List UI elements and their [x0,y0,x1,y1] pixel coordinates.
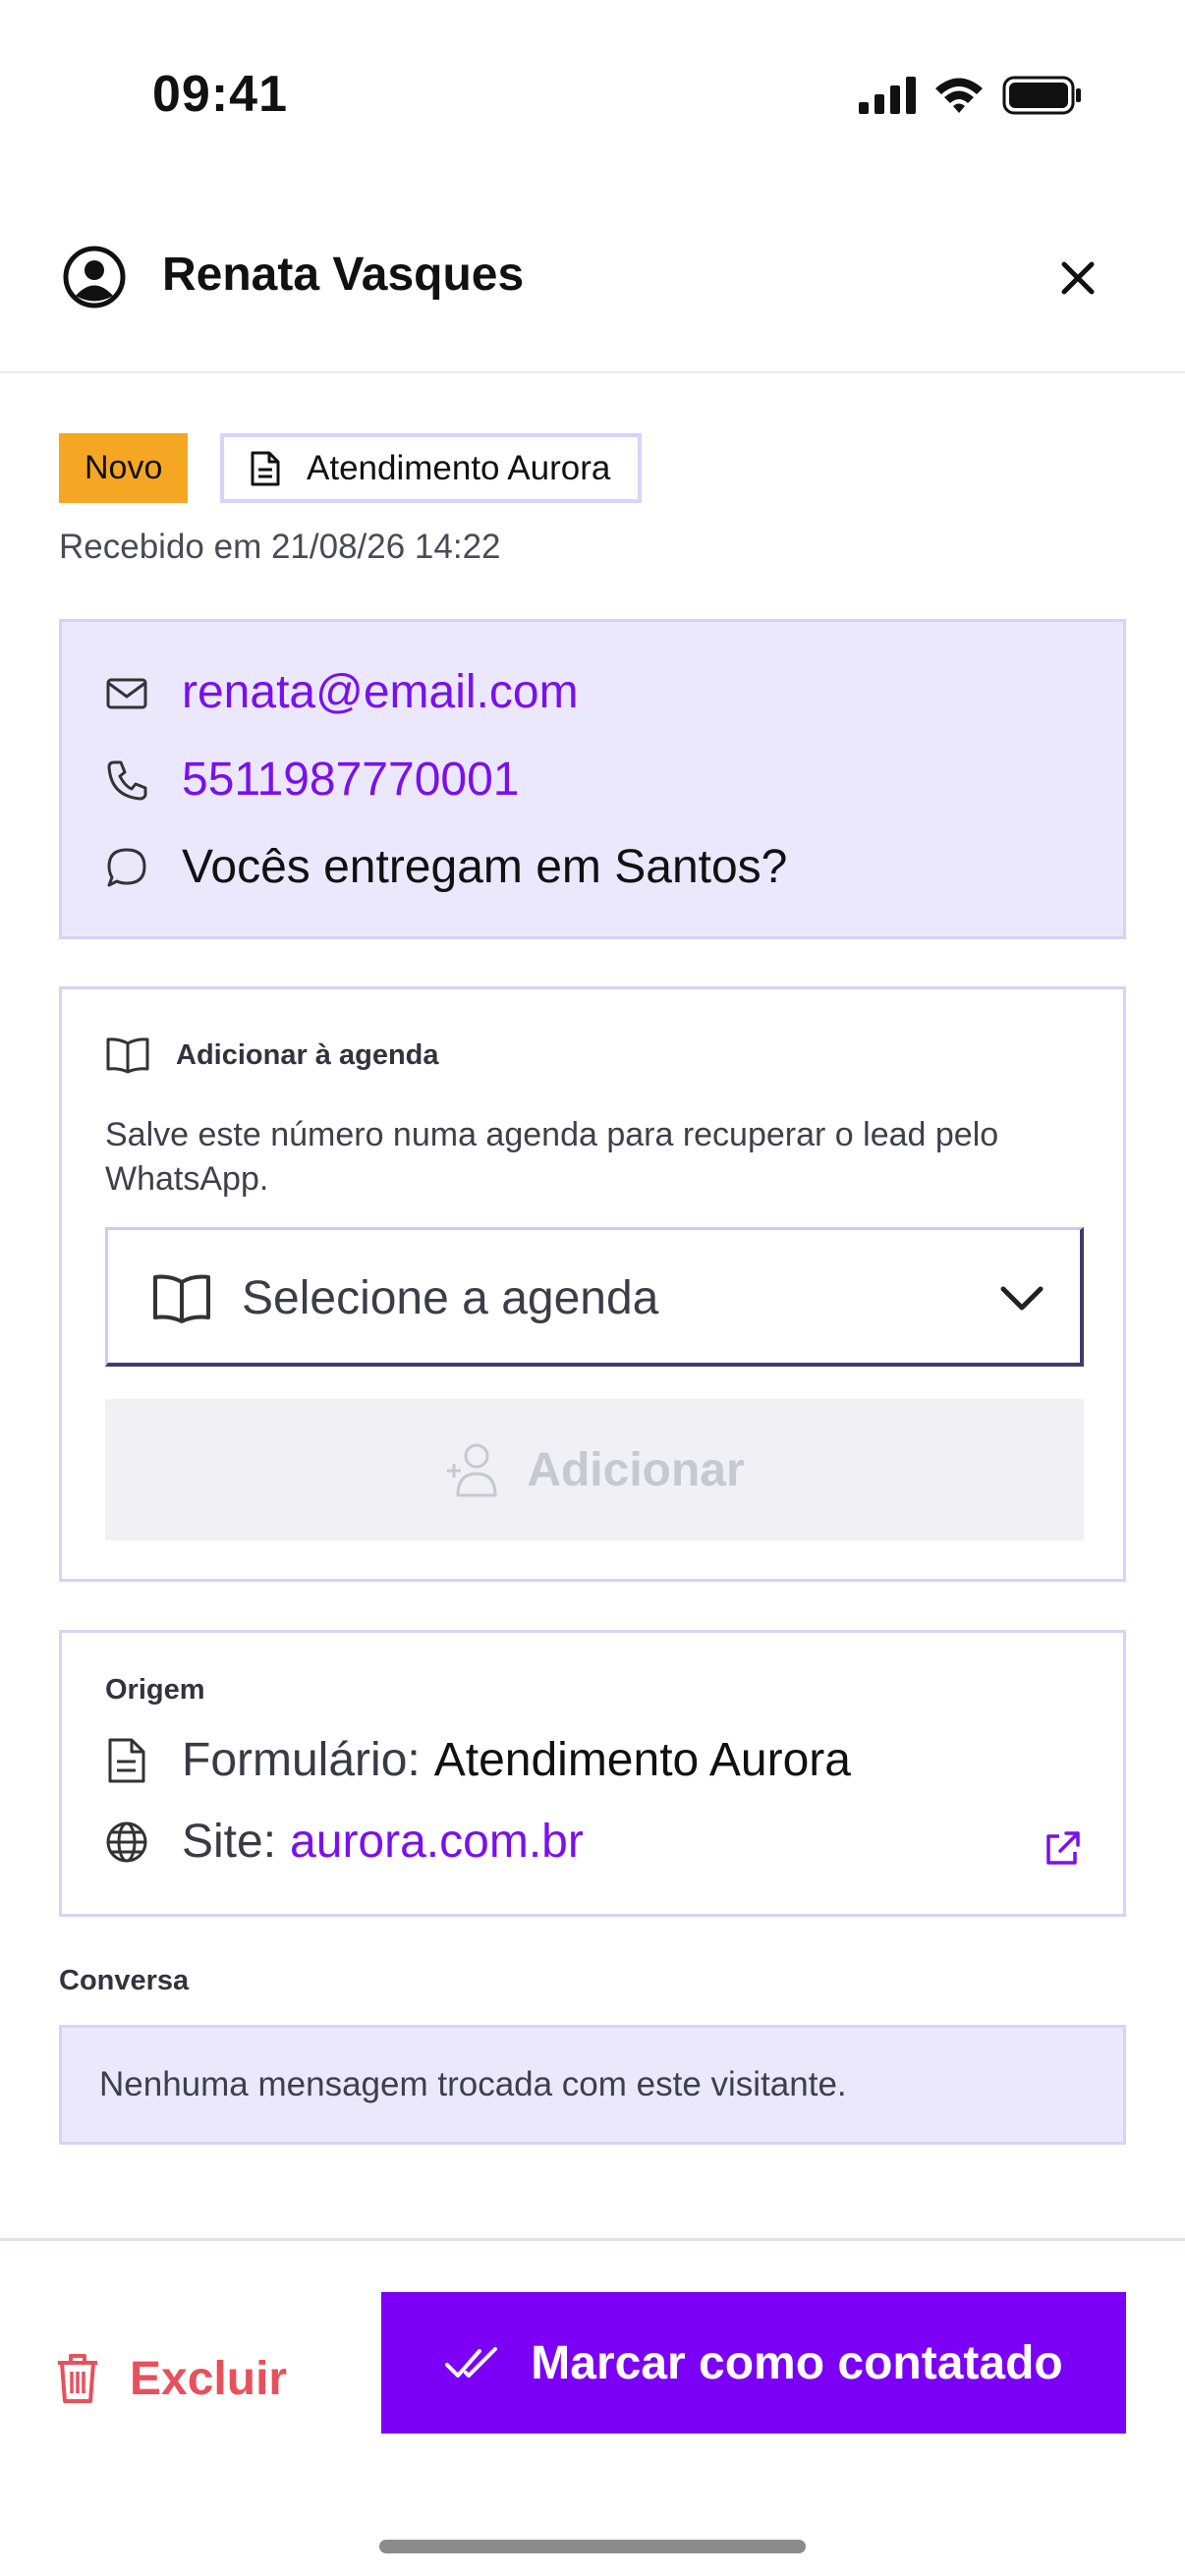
status-bar: 09:41 [0,0,1185,196]
origin-site-key: Site: [182,1816,277,1868]
chevron-down-icon [1000,1286,1044,1311]
message-row: Vocês entregam em Santos? [105,840,787,894]
page-title: Renata Vasques [162,249,525,301]
chat-bubble-icon [107,848,146,886]
battery-icon [1002,76,1081,115]
add-to-agenda-button[interactable]: Adicionar [105,1399,1084,1540]
status-icons [859,73,1083,118]
book-icon [153,1274,210,1323]
cellular-signal-icon [859,77,916,114]
header: Renata Vasques [0,216,1185,373]
lead-detail-screen: 09:41 Renata Vasques Novo Atendimento Au… [0,0,1185,2576]
origin-title: Origem [105,1674,205,1706]
add-to-agenda-label: Adicionar [527,1443,745,1496]
form-badge-label: Atendimento Aurora [307,448,611,487]
contact-card: renata@email.com 5511987770001 Vocês ent… [59,619,1126,939]
agenda-header: Adicionar à agenda [105,1036,439,1074]
mark-contacted-button[interactable]: Marcar como contatado [381,2292,1126,2434]
delete-button[interactable]: Excluir [55,2331,287,2426]
status-time: 09:41 [152,66,288,123]
received-date: Recebido em 21/08/26 14:22 [59,528,501,566]
user-circle-icon [63,246,126,308]
agenda-title: Adicionar à agenda [176,1038,439,1071]
wifi-icon [935,78,983,113]
email-row: renata@email.com [105,665,579,719]
home-indicator [379,2540,806,2553]
form-badge: Atendimento Aurora [220,433,643,503]
origin-form-key: Formulário: [182,1734,421,1786]
message-text: Vocês entregam em Santos? [182,841,788,893]
origin-form-row: Formulário: Atendimento Aurora [105,1733,851,1787]
phone-icon [107,760,147,800]
agenda-select[interactable]: Selecione a agenda [105,1227,1084,1367]
close-icon[interactable] [1053,253,1102,303]
add-user-icon [447,1443,497,1497]
origin-form-value: Atendimento Aurora [433,1734,851,1786]
globe-icon [106,1821,147,1862]
phone-link[interactable]: 5511987770001 [182,753,519,807]
agenda-card: Adicionar à agenda Salve este número num… [59,986,1126,1582]
external-link-icon[interactable] [1043,1829,1082,1869]
document-icon [108,1738,145,1782]
delete-label: Excluir [130,2352,288,2405]
origin-card: Origem Formulário: Atendimento Aurora Si… [59,1630,1126,1917]
document-icon [251,451,280,485]
mark-contacted-label: Marcar como contatado [531,2336,1063,2389]
conversation-title: Conversa [59,1965,190,1996]
agenda-description: Salve este número numa agenda para recup… [105,1116,999,1198]
status-badge: Novo [59,433,189,503]
book-icon [106,1037,149,1074]
phone-row: 5511987770001 [105,753,519,807]
agenda-select-placeholder: Selecione a agenda [242,1272,659,1324]
mail-icon [106,678,147,708]
trash-icon [58,2354,97,2403]
email-link[interactable]: renata@email.com [182,665,579,719]
double-check-icon [445,2347,498,2378]
conversation-empty-state: Nenhuma mensagem trocada com este visita… [59,2025,1126,2145]
origin-site-row: Site: aurora.com.br [105,1815,584,1869]
origin-site-link[interactable]: aurora.com.br [290,1815,584,1869]
footer-actions: Excluir Marcar como contatado [0,2238,1185,2576]
